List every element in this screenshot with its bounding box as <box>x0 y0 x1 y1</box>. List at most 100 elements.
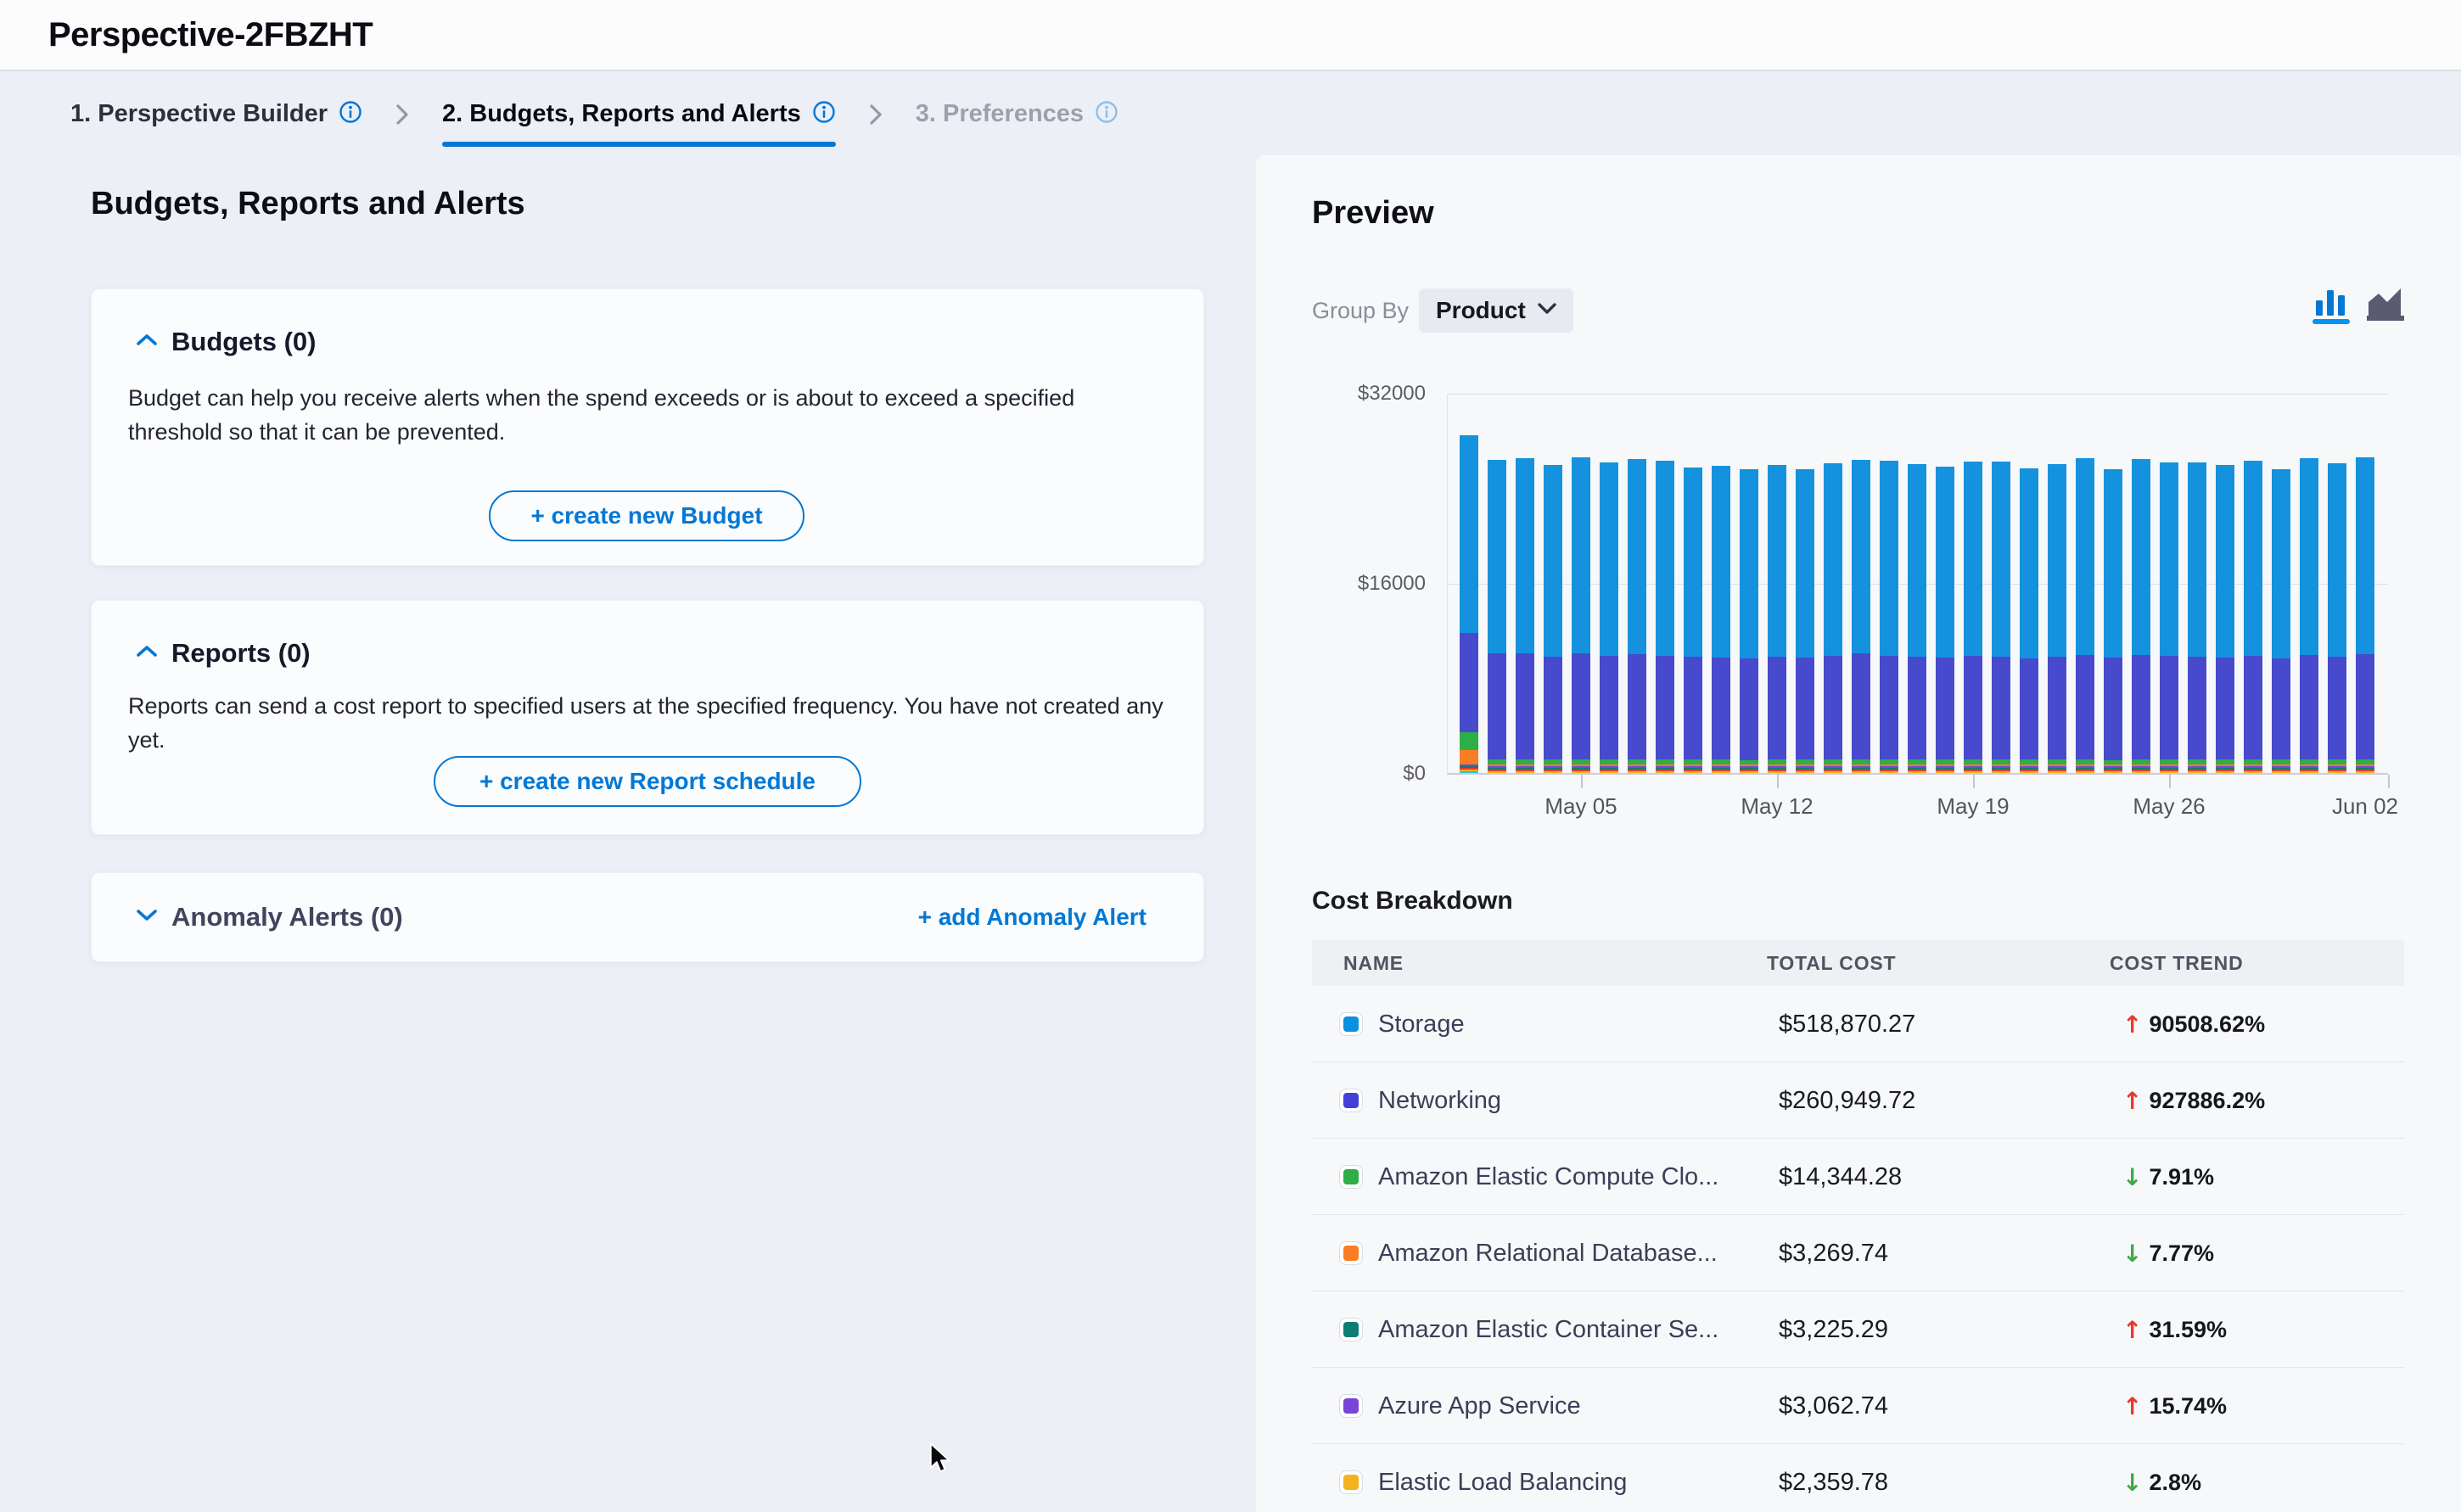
bar-segment <box>1516 771 1534 773</box>
bar-segment <box>1544 465 1562 658</box>
info-icon[interactable] <box>812 100 836 128</box>
table-row[interactable]: Elastic Load Balancing$2,359.78↓2.8% <box>1312 1444 2404 1512</box>
stacked-bar[interactable] <box>2356 457 2374 773</box>
bar-segment <box>2244 771 2262 773</box>
chevron-up-icon[interactable] <box>137 333 157 350</box>
table-row[interactable]: Networking$260,949.72↑927886.2% <box>1312 1062 2404 1139</box>
bar-segment <box>1684 771 1702 773</box>
series-color-swatch <box>1339 1241 1363 1265</box>
row-total-cost: $3,062.74 <box>1779 1368 1888 1444</box>
table-row[interactable]: Azure App Service$3,062.74↑15.74% <box>1312 1368 2404 1444</box>
bar-segment <box>1852 460 1870 653</box>
bar-segment <box>1460 750 1478 764</box>
stacked-bar[interactable] <box>2188 462 2206 773</box>
stacked-bar[interactable] <box>1824 463 1842 773</box>
row-name: Amazon Elastic Container Se... <box>1378 1291 1718 1368</box>
bar-segment <box>1544 771 1562 773</box>
stacked-bar[interactable] <box>1936 467 1954 773</box>
row-cost-trend: ↓7.77% <box>2122 1215 2214 1291</box>
table-row[interactable]: Amazon Elastic Container Se...$3,225.29↑… <box>1312 1291 2404 1368</box>
tab-budgets-reports-alerts[interactable]: 2. Budgets, Reports and Alerts <box>442 73 836 155</box>
stacked-bar[interactable] <box>1908 464 1926 773</box>
row-cost-trend: ↑927886.2% <box>2122 1062 2265 1139</box>
bar-segment <box>2020 468 2038 658</box>
stacked-bar[interactable] <box>2328 463 2346 773</box>
stacked-bar[interactable] <box>1516 458 1534 773</box>
bar-segment <box>1460 633 1478 733</box>
chevron-right-icon <box>868 101 883 128</box>
create-budget-button[interactable]: + create new Budget <box>489 490 804 541</box>
series-color-swatch <box>1339 1089 1363 1112</box>
stacked-bar[interactable] <box>2272 469 2290 773</box>
cost-preview-chart: $0$16000$32000May 05May 12May 19May 26Ju… <box>1256 155 2461 851</box>
stacked-bar[interactable] <box>1712 466 1730 773</box>
info-icon[interactable] <box>1095 100 1118 128</box>
bar-segment <box>1880 461 1898 656</box>
stacked-bar[interactable] <box>2244 461 2262 773</box>
bar-segment <box>1712 466 1730 657</box>
tab-perspective-builder[interactable]: 1. Perspective Builder <box>70 73 362 155</box>
table-row[interactable]: Amazon Relational Database...$3,269.74↓7… <box>1312 1215 2404 1291</box>
tab-label: 2. Budgets, Reports and Alerts <box>442 100 801 128</box>
bar-segment <box>1684 657 1702 759</box>
stacked-bar[interactable] <box>1572 457 1590 773</box>
bar-segment <box>1488 771 1506 773</box>
stacked-bar[interactable] <box>2160 462 2178 773</box>
trend-value: 2.8% <box>2149 1470 2201 1496</box>
stacked-bar[interactable] <box>1964 462 1982 773</box>
bar-segment <box>1796 469 1814 658</box>
bar-segment <box>1740 658 1758 760</box>
stacked-bar[interactable] <box>1460 435 1478 773</box>
trend-value: 90508.62% <box>2149 1011 2265 1038</box>
cost-breakdown-title: Cost Breakdown <box>1312 887 1513 916</box>
stacked-bar[interactable] <box>2020 468 2038 773</box>
bar-segment <box>2272 771 2290 773</box>
stacked-bar[interactable] <box>1684 468 1702 773</box>
tab-preferences[interactable]: 3. Preferences <box>916 73 1118 155</box>
stacked-bar[interactable] <box>1628 459 1646 773</box>
table-row[interactable]: Amazon Elastic Compute Clo...$14,344.28↓… <box>1312 1139 2404 1215</box>
bar-segment <box>1544 657 1562 759</box>
chevron-down-icon[interactable] <box>137 909 157 926</box>
stacked-bar[interactable] <box>2132 459 2150 773</box>
stacked-bar[interactable] <box>1768 465 1786 773</box>
bar-segment <box>1992 462 2010 657</box>
row-cost-trend: ↓7.91% <box>2122 1139 2214 1215</box>
column-header-name: NAME <box>1343 952 1404 975</box>
chevron-up-icon[interactable] <box>137 645 157 662</box>
bar-segment <box>2356 654 2374 759</box>
bar-segment <box>1684 468 1702 657</box>
x-axis-tick <box>2388 775 2390 788</box>
y-axis-tick-label: $0 <box>1290 762 1426 786</box>
table-row[interactable]: Storage$518,870.27↑90508.62% <box>1312 986 2404 1062</box>
stacked-bar[interactable] <box>1488 460 1506 774</box>
stacked-bar[interactable] <box>2104 469 2122 773</box>
bar-segment <box>1768 657 1786 759</box>
stacked-bar[interactable] <box>1740 469 1758 773</box>
bar-segment <box>1824 656 1842 759</box>
reports-title: Reports (0) <box>171 638 311 669</box>
bar-segment <box>2244 656 2262 759</box>
bar-segment <box>1852 653 1870 759</box>
bar-segment <box>2160 771 2178 773</box>
bar-segment <box>1628 459 1646 654</box>
row-name: Amazon Relational Database... <box>1378 1215 1718 1291</box>
stacked-bar[interactable] <box>1880 461 1898 773</box>
stacked-bar[interactable] <box>1544 465 1562 773</box>
create-report-button[interactable]: + create new Report schedule <box>434 756 861 807</box>
stacked-bar[interactable] <box>2300 458 2318 773</box>
bar-segment <box>1712 658 1730 759</box>
y-axis-tick-label: $32000 <box>1290 382 1426 406</box>
stacked-bar[interactable] <box>1600 462 1618 773</box>
stacked-bar[interactable] <box>2216 465 2234 773</box>
stacked-bar[interactable] <box>1656 461 1674 773</box>
stacked-bar[interactable] <box>2076 458 2094 773</box>
stacked-bar[interactable] <box>1796 469 1814 773</box>
add-anomaly-alert-link[interactable]: + add Anomaly Alert <box>918 873 1146 961</box>
stacked-bar[interactable] <box>1992 462 2010 773</box>
info-icon[interactable] <box>339 100 362 128</box>
stacked-bar[interactable] <box>1852 460 1870 774</box>
stacked-bar[interactable] <box>2048 464 2066 773</box>
trend-value: 927886.2% <box>2149 1088 2265 1114</box>
bar-segment <box>1628 654 1646 759</box>
